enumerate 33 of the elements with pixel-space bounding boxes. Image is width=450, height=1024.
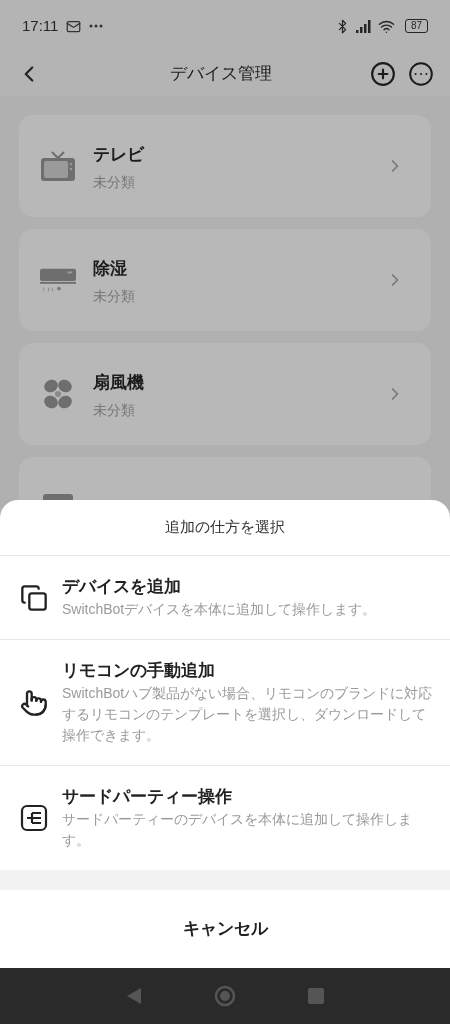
more-icon[interactable] <box>408 61 434 87</box>
signal-icon <box>355 19 372 33</box>
device-card[interactable]: テレビ 未分類 <box>19 115 431 217</box>
clock: 17:11 <box>22 15 59 36</box>
device-card[interactable]: 扇風機 未分類 <box>19 343 431 445</box>
hand-pointer-icon <box>20 688 48 717</box>
option-description: SwitchBotデバイスを本体に追加して操作します。 <box>62 600 378 619</box>
device-name: テレビ <box>93 144 145 166</box>
option-description: サードパーティーのデバイスを本体に追加して操作します。 <box>62 810 413 850</box>
device-category: 未分類 <box>93 286 136 306</box>
device-name: 扇風機 <box>93 372 145 394</box>
option-description: SwitchBotハブ製品がない場合、リモコンのブランドに対応するリモコンのテンプレートを選択し、ダウンロードして操作できます。 <box>62 684 434 745</box>
tv-icon <box>40 150 76 182</box>
device-card[interactable]: 除湿 未分類 <box>19 229 431 331</box>
device-category: 未分類 <box>93 172 136 192</box>
option-item[interactable]: サードパーティー操作 サードパーティーのデバイスを本体に追加して操作します。 <box>0 766 450 870</box>
option-title: サードパーティー操作 <box>62 786 233 808</box>
page-title: デバイス管理 <box>169 63 273 86</box>
device-category: 未分類 <box>93 400 136 420</box>
device-name: 除湿 <box>93 258 128 280</box>
option-item[interactable]: リモコンの手動追加 SwitchBotハブ製品がない場合、リモコンのブランドに対応するリモコンのテンプレートを選択し、ダウンロードして操作できます。 <box>0 640 450 766</box>
option-item[interactable]: デバイスを追加 SwitchBotデバイスを本体に追加して操作します。 <box>0 556 450 640</box>
branch-icon <box>20 804 48 832</box>
more-notifications-icon <box>89 24 104 28</box>
option-title: デバイスを追加 <box>62 576 182 598</box>
battery-indicator: 87 <box>404 19 428 33</box>
add-icon[interactable] <box>370 61 396 87</box>
air-conditioner-icon <box>40 266 76 294</box>
sheet-title: 追加の仕方を選択 <box>165 517 285 538</box>
mail-icon <box>66 18 82 34</box>
copy-icon <box>20 583 48 612</box>
fan-icon <box>42 378 74 410</box>
option-title: リモコンの手動追加 <box>62 660 216 682</box>
